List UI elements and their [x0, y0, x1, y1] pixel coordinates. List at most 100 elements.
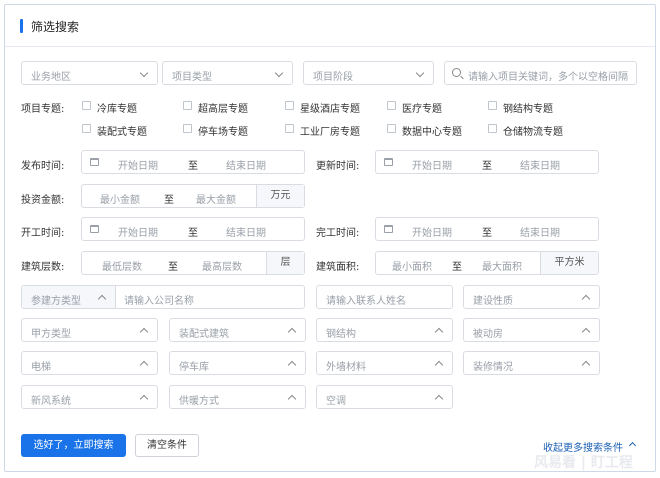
update-time-label: 更新时间:	[316, 161, 360, 172]
fresh-air-value: 新风系统	[31, 396, 71, 407]
chevron-up-icon	[434, 327, 444, 337]
topic-label: 工业厂房专题	[300, 127, 360, 138]
chevron-up-icon	[628, 441, 637, 450]
construction-nature-value: 建设性质	[473, 296, 513, 307]
company-name-input[interactable]: 请输入公司名称	[124, 292, 194, 307]
topic-label: 冷库专题	[97, 104, 137, 115]
keyword-search-input[interactable]: 请输入项目关键词，多个以空格间隔	[444, 61, 637, 85]
topic-checkbox[interactable]	[488, 101, 497, 110]
calendar-icon	[384, 225, 393, 233]
contact-name-placeholder: 请输入联系人姓名	[326, 296, 406, 307]
floors-max-input[interactable]: 最高层数	[202, 258, 242, 273]
contact-name-input[interactable]: 请输入联系人姓名	[316, 285, 453, 309]
chevron-up-icon	[581, 327, 591, 337]
region-select-value: 业务地区	[31, 72, 71, 83]
prefab-select[interactable]: 装配式建筑	[169, 318, 306, 342]
publish-date-range[interactable]: 开始日期 至 结束日期	[81, 150, 305, 174]
elevator-select[interactable]: 电梯	[21, 351, 158, 375]
publish-time-label: 发布时间:	[21, 161, 65, 172]
update-date-range[interactable]: 开始日期 至 结束日期	[375, 150, 599, 174]
range-separator: 至	[164, 195, 174, 206]
floors-range[interactable]: 最低层数 至 最高层数 层	[81, 251, 305, 275]
chevron-up-icon	[287, 394, 297, 404]
chevron-up-icon	[97, 294, 107, 304]
finish-date-range[interactable]: 开始日期 至 结束日期	[375, 217, 599, 241]
chevron-up-icon	[434, 394, 444, 404]
garage-select[interactable]: 停车库	[169, 351, 306, 375]
filter-panel: 筛选搜索 业务地区 项目类型 项目阶段 请输入项目关键词，多个以空格间隔 项目专…	[4, 4, 656, 472]
steel-value: 钢结构	[326, 329, 356, 340]
decoration-select[interactable]: 装修情况	[463, 351, 600, 375]
calendar-icon	[90, 158, 99, 166]
topic-checkbox[interactable]	[183, 124, 192, 133]
chevron-up-icon	[139, 327, 149, 337]
garage-value: 停车库	[179, 362, 209, 373]
facade-select[interactable]: 外墙材料	[316, 351, 453, 375]
decoration-value: 装修情况	[473, 362, 513, 373]
investment-max-input[interactable]: 最大金额	[196, 191, 236, 206]
clear-button[interactable]: 清空条件	[135, 434, 199, 457]
calendar-icon	[384, 158, 393, 166]
participant-group: 参建方类型 请输入公司名称	[21, 285, 305, 309]
range-separator: 至	[452, 262, 462, 273]
topic-checkbox[interactable]	[488, 124, 497, 133]
investment-range[interactable]: 最小金额 至 最大金额 万元	[81, 184, 305, 208]
topic-label: 钢结构专题	[503, 104, 553, 115]
chevron-down-icon	[139, 68, 149, 78]
passive-house-value: 被动房	[473, 329, 503, 340]
owner-type-value: 甲方类型	[31, 329, 71, 340]
topic-label: 停车场专题	[198, 127, 248, 138]
topic-checkbox[interactable]	[183, 101, 192, 110]
chevron-up-icon	[434, 360, 444, 370]
chevron-down-icon	[415, 68, 425, 78]
keyword-search-placeholder: 请输入项目关键词，多个以空格间隔	[468, 72, 628, 83]
start-end-date: 结束日期	[226, 228, 266, 239]
fresh-air-select[interactable]: 新风系统	[21, 385, 158, 409]
topic-checkbox[interactable]	[285, 124, 294, 133]
area-max-input[interactable]: 最大面积	[482, 258, 522, 273]
passive-house-select[interactable]: 被动房	[463, 318, 600, 342]
construction-nature-select[interactable]: 建设性质	[463, 285, 600, 309]
topic-checkbox[interactable]	[387, 124, 396, 133]
search-button[interactable]: 选好了，立即搜索	[21, 434, 126, 457]
aircon-value: 空调	[326, 396, 346, 407]
topics-label: 项目专题:	[21, 104, 65, 115]
project-stage-select-value: 项目阶段	[313, 72, 353, 83]
start-time-label: 开工时间:	[21, 228, 65, 239]
panel-title: 筛选搜索	[31, 20, 80, 34]
investment-min-input[interactable]: 最小金额	[100, 191, 140, 206]
area-min-input[interactable]: 最小面积	[392, 258, 432, 273]
area-range[interactable]: 最小面积 至 最大面积 平方米	[375, 251, 599, 275]
project-type-select-value: 项目类型	[172, 72, 212, 83]
region-select[interactable]: 业务地区	[21, 61, 158, 85]
aircon-select[interactable]: 空调	[316, 385, 453, 409]
start-date-range[interactable]: 开始日期 至 结束日期	[81, 217, 305, 241]
topic-checkbox[interactable]	[285, 101, 294, 110]
facade-value: 外墙材料	[326, 362, 366, 373]
topic-label: 星级酒店专题	[300, 104, 360, 115]
topic-label: 医疗专题	[402, 104, 442, 115]
chevron-up-icon	[287, 327, 297, 337]
finish-end-date: 结束日期	[520, 228, 560, 239]
chevron-down-icon	[274, 68, 284, 78]
chevron-up-icon	[139, 360, 149, 370]
topic-label: 数据中心专题	[402, 127, 462, 138]
publish-end-date: 结束日期	[226, 161, 266, 172]
steel-select[interactable]: 钢结构	[316, 318, 453, 342]
floors-min-input[interactable]: 最低层数	[102, 258, 142, 273]
topic-label: 超高层专题	[198, 104, 248, 115]
topic-checkbox[interactable]	[82, 124, 91, 133]
chevron-up-icon	[287, 360, 297, 370]
topic-checkbox[interactable]	[82, 101, 91, 110]
project-stage-select[interactable]: 项目阶段	[303, 61, 434, 85]
range-separator: 至	[482, 161, 492, 172]
heating-select[interactable]: 供暖方式	[169, 385, 306, 409]
participant-type-select[interactable]: 参建方类型	[22, 286, 116, 308]
owner-type-select[interactable]: 甲方类型	[21, 318, 158, 342]
floors-label: 建筑层数:	[21, 262, 65, 273]
project-type-select[interactable]: 项目类型	[162, 61, 293, 85]
topic-checkbox[interactable]	[387, 101, 396, 110]
title-divider	[5, 46, 655, 47]
chevron-up-icon	[581, 294, 591, 304]
publish-start-date: 开始日期	[118, 161, 158, 172]
